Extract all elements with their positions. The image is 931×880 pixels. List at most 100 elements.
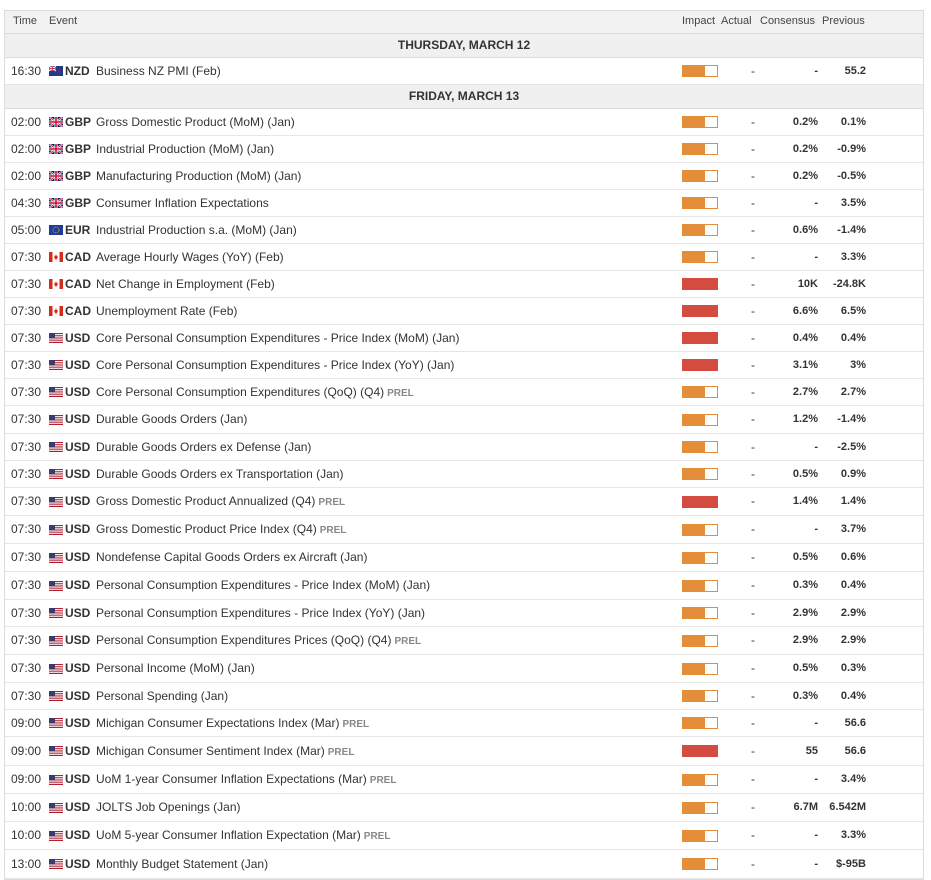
event-row[interactable]: 09:00 USD Michigan Consumer Expectations… [5,710,923,737]
prel-badge: PREL [387,388,414,399]
impact-fill [683,718,706,728]
event-name[interactable]: Gross Domestic Product (MoM) (Jan) [96,109,295,135]
uk-flag-icon [49,198,63,208]
consensus-value: 0.2% [792,143,818,155]
event-row[interactable]: 02:00 GBP Gross Domestic Product (MoM) (… [5,109,923,136]
consensus-value: - [814,197,818,209]
event-time: 16:30 [11,64,42,78]
impact-fill [683,746,717,756]
event-name[interactable]: Personal Consumption Expenditures Prices… [96,627,421,655]
event-name[interactable]: Durable Goods Orders ex Defense (Jan) [96,434,311,460]
consensus-value: 0.6% [792,224,818,236]
us-flag-icon [49,552,63,563]
event-row[interactable]: 07:30 USD Durable Goods Orders ex Defens… [5,434,923,461]
event-name[interactable]: Gross Domestic Product Price Index (Q4) P… [96,516,346,544]
table-header: Time Event Impact Actual Consensus Previ… [5,11,923,34]
event-name[interactable]: Industrial Production (MoM) (Jan) [96,136,274,162]
us-flag-icon [49,414,63,425]
currency-code: USD [65,467,91,481]
event-title: Consumer Inflation Expectations [96,196,269,210]
event-row[interactable]: 07:30 USD Personal Income (MoM) (Jan) - … [5,655,923,683]
actual-value: - [751,223,755,237]
us-flag-icon [49,718,63,728]
event-name[interactable]: Personal Consumption Expenditures - Pric… [96,600,425,626]
canada-flag-icon [49,306,63,316]
event-name[interactable]: Durable Goods Orders (Jan) [96,406,247,433]
event-row[interactable]: 07:30 USD Core Personal Consumption Expe… [5,379,923,406]
previous-value: 56.6 [844,717,866,729]
event-name[interactable]: Consumer Inflation Expectations [96,190,269,216]
event-row[interactable]: 07:30 USD Durable Goods Orders ex Transp… [5,461,923,488]
event-name[interactable]: Unemployment Rate (Feb) [96,298,237,324]
event-row[interactable]: 09:00 USD UoM 1-year Consumer Inflation … [5,766,923,794]
event-row[interactable]: 07:30 USD Personal Consumption Expenditu… [5,600,923,627]
event-row[interactable]: 10:00 USD JOLTS Job Openings (Jan) - 6.7… [5,794,923,822]
event-row[interactable]: 13:00 USD Monthly Budget Statement (Jan)… [5,850,923,879]
event-title: Net Change in Employment (Feb) [96,277,275,291]
actual-value: - [751,115,755,129]
header-time: Time [13,15,38,27]
event-row[interactable]: 07:30 USD Personal Spending (Jan) - 0.3%… [5,683,923,710]
event-name[interactable]: UoM 5-year Consumer Inflation Expectatio… [96,822,390,850]
impact-indicator [682,441,718,453]
consensus-value: - [814,65,818,77]
event-name[interactable]: Core Personal Consumption Expenditures -… [96,325,459,351]
event-name[interactable]: Net Change in Employment (Feb) [96,271,275,297]
actual-value: - [751,744,755,758]
event-row[interactable]: 09:00 USD Michigan Consumer Sentiment In… [5,737,923,766]
impact-fill [683,496,717,507]
event-name[interactable]: Core Personal Consumption Expenditures -… [96,352,454,378]
event-title: Personal Consumption Expenditures - Pric… [96,578,431,592]
event-time: 09:00 [11,716,42,730]
event-name[interactable]: Monthly Budget Statement (Jan) [96,850,268,878]
event-name[interactable]: Gross Domestic Product Annualized (Q4) PR… [96,488,345,516]
event-name[interactable]: Personal Income (MoM) (Jan) [96,655,255,682]
consensus-value: 6.6% [792,305,818,317]
event-row[interactable]: 07:30 CAD Net Change in Employment (Feb)… [5,271,923,298]
actual-value: - [751,169,755,183]
currency-code: USD [65,772,91,786]
event-name[interactable]: Nondefense Capital Goods Orders ex Aircr… [96,544,367,571]
consensus-value: - [814,829,818,841]
impact-fill [683,691,706,701]
event-row[interactable]: 07:30 USD Core Personal Consumption Expe… [5,325,923,352]
event-row[interactable]: 07:30 CAD Average Hourly Wages (YoY) (Fe… [5,244,923,271]
previous-value: 3.4% [840,773,866,785]
event-time: 10:00 [11,800,42,814]
actual-value: - [751,250,755,264]
impact-fill [683,580,706,591]
currency-code: GBP [65,142,92,156]
event-name[interactable]: Industrial Production s.a. (MoM) (Jan) [96,217,297,243]
event-name[interactable]: Business NZ PMI (Feb) [96,58,221,84]
event-row[interactable]: 16:30 NZD Business NZ PMI (Feb) - - 55.2 [5,58,923,85]
event-row[interactable]: 04:30 GBP Consumer Inflation Expectation… [5,190,923,217]
event-row[interactable]: 07:30 CAD Unemployment Rate (Feb) - 6.6%… [5,298,923,325]
event-row[interactable]: 07:30 USD Gross Domestic Product Annuali… [5,488,923,516]
event-row[interactable]: 02:00 GBP Manufacturing Production (MoM)… [5,163,923,190]
event-name[interactable]: Manufacturing Production (MoM) (Jan) [96,163,301,189]
event-row[interactable]: 07:30 USD Gross Domestic Product Price I… [5,516,923,544]
consensus-value: 2.9% [792,634,818,646]
event-name[interactable]: Average Hourly Wages (YoY) (Feb) [96,244,284,270]
event-row[interactable]: 10:00 USD UoM 5-year Consumer Inflation … [5,822,923,850]
event-name[interactable]: Durable Goods Orders ex Transportation (… [96,461,343,487]
event-name[interactable]: Personal Consumption Expenditures - Pric… [96,572,430,599]
event-row[interactable]: 02:00 GBP Industrial Production (MoM) (J… [5,136,923,163]
event-row[interactable]: 07:30 USD Durable Goods Orders (Jan) - 1… [5,406,923,434]
event-row[interactable]: 07:30 USD Personal Consumption Expenditu… [5,572,923,600]
event-name[interactable]: JOLTS Job Openings (Jan) [96,794,241,821]
event-name[interactable]: Personal Spending (Jan) [96,683,228,709]
event-name[interactable]: Core Personal Consumption Expenditures (… [96,379,414,407]
event-name[interactable]: Michigan Consumer Sentiment Index (Mar) P… [96,737,354,767]
day-header: THURSDAY, MARCH 12 [5,34,923,58]
consensus-value: - [814,251,818,263]
event-row[interactable]: 07:30 USD Nondefense Capital Goods Order… [5,544,923,572]
event-name[interactable]: Michigan Consumer Expectations Index (Ma… [96,710,369,738]
event-row[interactable]: 05:00 EUR Industrial Production s.a. (Mo… [5,217,923,244]
event-row[interactable]: 07:30 USD Personal Consumption Expenditu… [5,627,923,655]
event-name[interactable]: UoM 1-year Consumer Inflation Expectatio… [96,766,396,794]
event-row[interactable]: 07:30 USD Core Personal Consumption Expe… [5,352,923,379]
impact-fill [683,198,706,208]
impact-indicator [682,170,718,182]
consensus-value: 0.5% [792,662,818,674]
